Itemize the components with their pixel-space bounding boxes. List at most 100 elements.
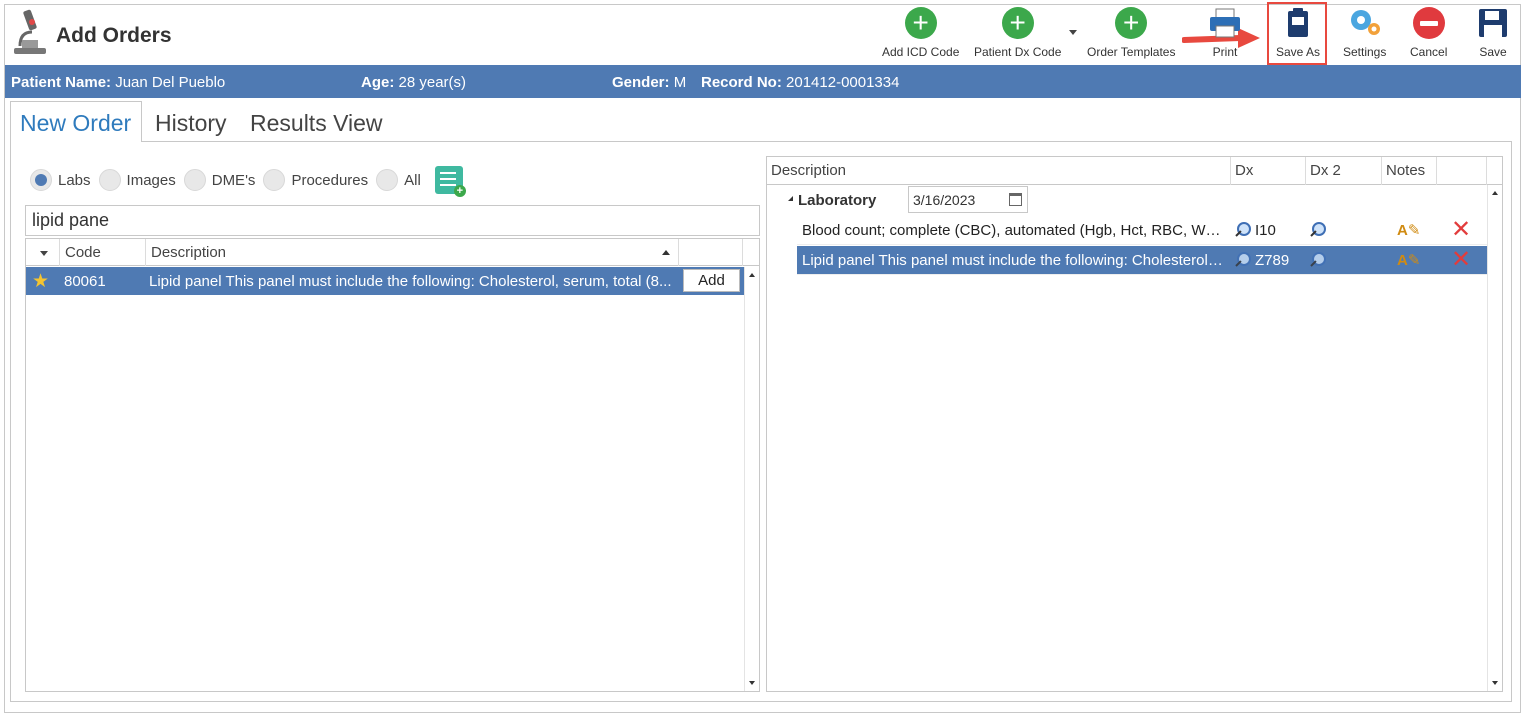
search-icon[interactable] <box>1310 252 1326 268</box>
order-templates-button[interactable]: + Order Templates <box>1087 6 1175 62</box>
filter-procedures[interactable]: Procedures <box>263 169 368 191</box>
radio-icon <box>263 169 286 191</box>
radio-icon <box>376 169 399 191</box>
filter-dmes[interactable]: DME's <box>183 169 255 191</box>
divider <box>1511 141 1512 701</box>
group-label: Laboratory <box>798 192 877 209</box>
cancel-label: Cancel <box>1410 45 1448 59</box>
print-button[interactable]: Print <box>1208 6 1242 62</box>
selected-orders-grid: Description Dx Dx 2 Notes Laboratory 3/1… <box>766 156 1503 692</box>
record-no-label: Record No: <box>701 74 782 91</box>
notes-icon[interactable]: A✎ <box>1397 221 1420 239</box>
patient-info-bar: Patient Name: Juan Del Pueblo Age: 28 ye… <box>5 65 1521 98</box>
column-action <box>679 239 743 266</box>
cancel-button[interactable]: Cancel <box>1410 6 1447 62</box>
filter-labs[interactable]: Labs <box>30 169 91 191</box>
filter-label: All <box>404 171 421 189</box>
age-label: Age: <box>361 74 395 91</box>
delete-icon[interactable]: ✕ <box>1451 247 1471 273</box>
orders-search-results: Code Description ★ 80061 Lipid panel Thi… <box>25 238 760 692</box>
table-row[interactable]: Lipid panel This panel must include the … <box>797 246 1487 275</box>
chevron-down-icon <box>40 251 48 256</box>
divider <box>142 141 1512 142</box>
notes-icon[interactable]: A✎ <box>1397 251 1420 269</box>
column-dx[interactable]: Dx <box>1231 157 1306 185</box>
patient-age: 28 year(s) <box>398 74 467 91</box>
column-chooser[interactable] <box>26 239 60 266</box>
printer-icon <box>1210 8 1240 38</box>
radio-icon <box>183 169 206 191</box>
search-icon[interactable] <box>1235 252 1251 268</box>
add-icd-code-label: Add ICD Code <box>882 45 960 59</box>
table-row[interactable]: Blood count; complete (CBC), automated (… <box>797 216 1487 245</box>
group-row-laboratory[interactable]: Laboratory 3/16/2023 <box>767 186 1487 216</box>
grid-header: Code Description <box>26 239 759 266</box>
order-date-value: 3/16/2023 <box>913 192 976 208</box>
chevron-down-icon[interactable] <box>1069 30 1077 35</box>
row-dx: I10 <box>1255 222 1276 239</box>
page-title: Add Orders <box>56 24 172 47</box>
floppy-disk-icon <box>1479 9 1507 37</box>
save-button[interactable]: Save <box>1476 6 1510 62</box>
save-as-label: Save As <box>1276 45 1321 59</box>
settings-button[interactable]: Settings <box>1343 6 1386 62</box>
favorite-star-icon[interactable]: ★ <box>32 270 49 293</box>
microscope-logo-icon <box>14 9 46 54</box>
column-code[interactable]: Code <box>60 239 146 266</box>
radio-icon <box>98 169 121 191</box>
save-label: Save <box>1479 45 1507 59</box>
calendar-icon[interactable] <box>1009 193 1022 206</box>
filter-label: Labs <box>58 171 91 189</box>
patient-dx-code-label: Patient Dx Code <box>974 45 1062 59</box>
row-dx: Z789 <box>1255 252 1290 269</box>
column-delete <box>1437 157 1487 185</box>
table-row[interactable]: ★ 80061 Lipid panel This panel must incl… <box>26 267 744 295</box>
gear-icon <box>1350 10 1380 35</box>
divider <box>10 141 11 701</box>
search-icon[interactable] <box>1235 222 1251 238</box>
search-input[interactable]: lipid pane <box>25 205 760 236</box>
column-description[interactable]: Description <box>146 239 679 266</box>
tab-new-order[interactable]: New Order <box>20 110 131 137</box>
gender-label: Gender: <box>612 74 670 91</box>
vertical-scrollbar[interactable] <box>744 267 759 691</box>
delete-icon[interactable]: ✕ <box>1451 217 1471 243</box>
cancel-icon <box>1412 7 1445 39</box>
print-label: Print <box>1212 45 1238 59</box>
add-icon: + <box>1001 7 1034 39</box>
add-icon: + <box>1115 7 1148 39</box>
search-icon[interactable] <box>1310 222 1326 238</box>
grid-header: Description Dx Dx 2 Notes <box>767 157 1502 185</box>
scroll-down-icon[interactable] <box>1492 681 1498 685</box>
settings-label: Settings <box>1343 45 1387 59</box>
divider <box>10 701 1512 702</box>
order-date-input[interactable]: 3/16/2023 <box>908 186 1028 213</box>
patient-dx-code-button[interactable]: + Patient Dx Code <box>974 6 1061 62</box>
sort-ascending-icon <box>662 250 670 255</box>
add-icon: + <box>904 7 937 39</box>
row-description: Lipid panel This panel must include the … <box>149 273 672 290</box>
save-as-button[interactable]: Save As <box>1276 6 1320 62</box>
tab-results-view[interactable]: Results View <box>250 110 383 137</box>
add-icd-code-button[interactable]: + Add ICD Code <box>882 6 959 62</box>
filter-label: Procedures <box>291 171 369 189</box>
scroll-up-icon[interactable] <box>749 273 755 277</box>
tab-history[interactable]: History <box>155 110 227 137</box>
scroll-up-icon[interactable] <box>1492 191 1498 195</box>
checklist-add-icon[interactable]: + <box>434 166 466 197</box>
filter-images[interactable]: Images <box>98 169 176 191</box>
vertical-scrollbar[interactable] <box>1487 185 1502 691</box>
scroll-down-icon[interactable] <box>749 681 755 685</box>
column-dx2[interactable]: Dx 2 <box>1306 157 1382 185</box>
column-description-label: Description <box>151 244 227 261</box>
row-code: 80061 <box>64 273 106 290</box>
order-templates-label: Order Templates <box>1087 45 1176 59</box>
row-description: Lipid panel This panel must include the … <box>802 252 1224 269</box>
add-order-button[interactable]: Add <box>683 269 740 292</box>
radio-checked-icon <box>30 169 52 191</box>
column-description[interactable]: Description <box>767 157 1231 185</box>
row-description: Blood count; complete (CBC), automated (… <box>802 222 1224 239</box>
column-notes[interactable]: Notes <box>1382 157 1437 185</box>
filter-all[interactable]: All <box>376 169 421 191</box>
collapse-icon[interactable] <box>788 196 793 201</box>
